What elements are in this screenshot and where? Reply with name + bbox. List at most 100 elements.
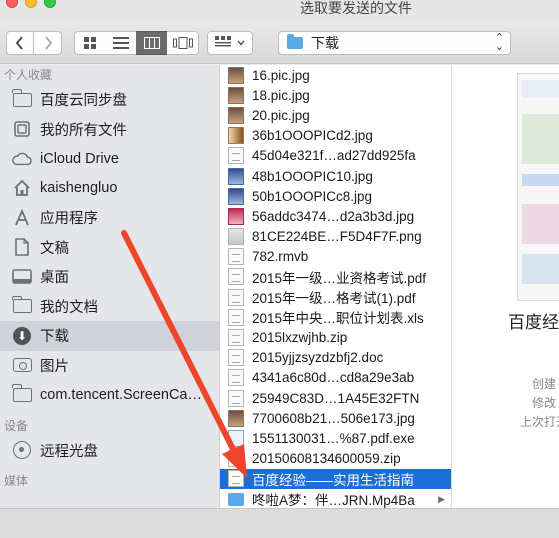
file-list-column: 16.pic.jpg 18.pic.jpg 20.pic.jpg 36b1OOOPIC… bbox=[220, 65, 451, 508]
list-view-button[interactable] bbox=[105, 31, 137, 55]
file-name: 咚啦A梦：伴…JRN.Mp4Ba bbox=[252, 493, 415, 508]
file-icon bbox=[228, 409, 244, 427]
file-row[interactable]: 7700608b21…506e173.jpg bbox=[220, 408, 451, 428]
sidebar-item-downloads[interactable]: ⬇ 下载 bbox=[0, 321, 219, 351]
sidebar-item-all-files[interactable]: 我的所有文件 bbox=[0, 115, 219, 145]
sidebar-section-media: 媒体 bbox=[4, 474, 29, 488]
all-files-icon bbox=[12, 120, 32, 138]
icon-view-button[interactable] bbox=[74, 31, 106, 55]
preview-pane: 百度经验 创建 修改 上次打开 bbox=[452, 65, 559, 508]
file-icon bbox=[228, 369, 244, 387]
sidebar-item-applications[interactable]: 应用程序 bbox=[0, 203, 219, 233]
cloud-icon bbox=[12, 150, 32, 168]
sidebar-item-label: 我的所有文件 bbox=[40, 122, 127, 139]
file-icon bbox=[228, 248, 244, 266]
file-row[interactable]: 18.pic.jpg bbox=[220, 85, 451, 105]
arrange-button[interactable] bbox=[207, 31, 253, 55]
sidebar-item-screencapture[interactable]: com.tencent.ScreenCapture bbox=[0, 380, 219, 410]
cover-flow-view-button[interactable] bbox=[167, 31, 199, 55]
file-name: 4341a6c80d…cd8a29e3ab bbox=[252, 370, 415, 386]
sidebar-item-icloud-drive[interactable]: iCloud Drive bbox=[0, 144, 219, 174]
sidebar-item-desktop[interactable]: 桌面 bbox=[0, 262, 219, 292]
file-row[interactable]: 咚啦A梦：伴…JRN.Mp4Ba ▶ bbox=[220, 489, 451, 508]
file-row[interactable]: 2015lxzwjhb.zip bbox=[220, 327, 451, 347]
sidebar-item-my-documents[interactable]: 我的文档 bbox=[0, 292, 219, 322]
sidebar-item-label: 远程光盘 bbox=[40, 443, 98, 460]
file-name: 2015yjjzsyzdzbfj2.doc bbox=[252, 350, 384, 366]
file-icon bbox=[228, 66, 244, 84]
title-bar: 选取要发送的文件 bbox=[0, 0, 559, 22]
file-row[interactable]: 48b1OOOPIC10.jpg bbox=[220, 166, 451, 186]
download-icon: ⬇ bbox=[12, 326, 32, 345]
preview-created-label: 创建 bbox=[532, 377, 557, 391]
icon-view-icon bbox=[84, 37, 96, 49]
location-label: 下载 bbox=[311, 35, 339, 51]
disclosure-arrow-icon[interactable]: ▶ bbox=[438, 494, 445, 505]
file-row[interactable]: 36b1OOOPICd2.jpg bbox=[220, 126, 451, 146]
close-window-button[interactable] bbox=[6, 0, 18, 8]
file-row[interactable]: 20.pic.jpg bbox=[220, 105, 451, 125]
file-name: 18.pic.jpg bbox=[252, 87, 310, 103]
file-row[interactable]: 25949C83D…1A45E32FTN bbox=[220, 388, 451, 408]
file-icon bbox=[228, 288, 244, 306]
folder-icon bbox=[11, 89, 32, 109]
cover-flow-icon bbox=[172, 37, 193, 49]
sidebar-item-label: com.tencent.ScreenCapture bbox=[40, 386, 205, 403]
preview-modified-label: 修改 bbox=[532, 396, 557, 410]
file-row[interactable]: 50b1OOOPICc8.jpg bbox=[220, 186, 451, 206]
file-row[interactable]: 2015年中央…职位计划表.xls bbox=[220, 307, 451, 327]
file-row[interactable]: 4341a6c80d…cd8a29e3ab bbox=[220, 368, 451, 388]
zoom-window-button[interactable] bbox=[44, 0, 56, 8]
file-row[interactable]: 782.rmvb bbox=[220, 247, 451, 267]
bottom-bar bbox=[0, 508, 559, 538]
file-name: 百度经验——实用生活指南 bbox=[252, 472, 414, 488]
sidebar-item-home[interactable]: kaishengluo bbox=[0, 174, 219, 204]
back-button[interactable] bbox=[6, 31, 34, 55]
folder-icon bbox=[228, 492, 244, 506]
file-icon bbox=[228, 329, 244, 347]
sidebar-item-label: 文稿 bbox=[40, 240, 69, 257]
folder-icon bbox=[11, 384, 32, 404]
folder-icon bbox=[287, 34, 303, 49]
file-icon bbox=[228, 127, 244, 145]
file-row[interactable]: 2015年一级…格考试(1).pdf bbox=[220, 287, 451, 307]
file-row[interactable]: 81CE224BE…F5D4F7F.png bbox=[220, 227, 451, 247]
column-view-button[interactable] bbox=[136, 31, 168, 55]
file-name: 2015年一级…业资格考试.pdf bbox=[252, 270, 427, 286]
file-icon bbox=[228, 187, 244, 205]
file-icon bbox=[228, 106, 244, 124]
file-row[interactable]: 百度经验——实用生活指南 bbox=[220, 468, 451, 489]
file-icon bbox=[228, 147, 244, 165]
toolbar: 下载 ⌃ ⌄ bbox=[0, 22, 559, 64]
file-row[interactable]: 56addc3474…d2a3b3d.jpg bbox=[220, 206, 451, 226]
sidebar-item-label: iCloud Drive bbox=[40, 150, 119, 167]
file-name: 20.pic.jpg bbox=[252, 107, 310, 123]
sidebar-item-pictures[interactable]: 图片 bbox=[0, 351, 219, 381]
file-row[interactable]: 2015年一级…业资格考试.pdf bbox=[220, 267, 451, 287]
location-popup[interactable]: 下载 ⌃ ⌄ bbox=[278, 31, 511, 55]
file-icon bbox=[228, 450, 244, 468]
sidebar-item-remote-disc[interactable]: 远程光盘 bbox=[0, 436, 219, 466]
file-name: 81CE224BE…F5D4F7F.png bbox=[252, 229, 422, 245]
file-row[interactable]: 16.pic.jpg bbox=[220, 65, 451, 85]
file-name: 2015年一级…格考试(1).pdf bbox=[252, 291, 416, 307]
file-row[interactable]: 20150608134600059.zip bbox=[220, 449, 451, 469]
file-icon bbox=[228, 86, 244, 104]
file-icon bbox=[228, 207, 244, 225]
column-view-icon bbox=[143, 37, 160, 49]
file-name: 25949C83D…1A45E32FTN bbox=[252, 390, 420, 406]
preview-title: 百度经验 bbox=[508, 313, 559, 332]
minimize-window-button[interactable] bbox=[25, 0, 37, 8]
sidebar-item-label: 应用程序 bbox=[40, 211, 98, 228]
applications-icon bbox=[12, 208, 32, 227]
forward-button[interactable] bbox=[34, 31, 62, 55]
sidebar-section-devices: 设备 bbox=[4, 418, 29, 433]
home-icon bbox=[12, 179, 32, 197]
sidebar-item-documents[interactable]: 文稿 bbox=[0, 233, 219, 263]
file-row[interactable]: 1551130031…%87.pdf.exe bbox=[220, 428, 451, 448]
sidebar-item-baidu-sync[interactable]: 百度云同步盘 bbox=[0, 85, 219, 115]
file-name: 56addc3474…d2a3b3d.jpg bbox=[252, 208, 415, 224]
sidebar-section-favorites: 个人收藏 bbox=[4, 68, 53, 82]
file-row[interactable]: 2015yjjzsyzdzbfj2.doc bbox=[220, 348, 451, 368]
file-row[interactable]: 45d04e321f…ad27dd925fa bbox=[220, 146, 451, 166]
